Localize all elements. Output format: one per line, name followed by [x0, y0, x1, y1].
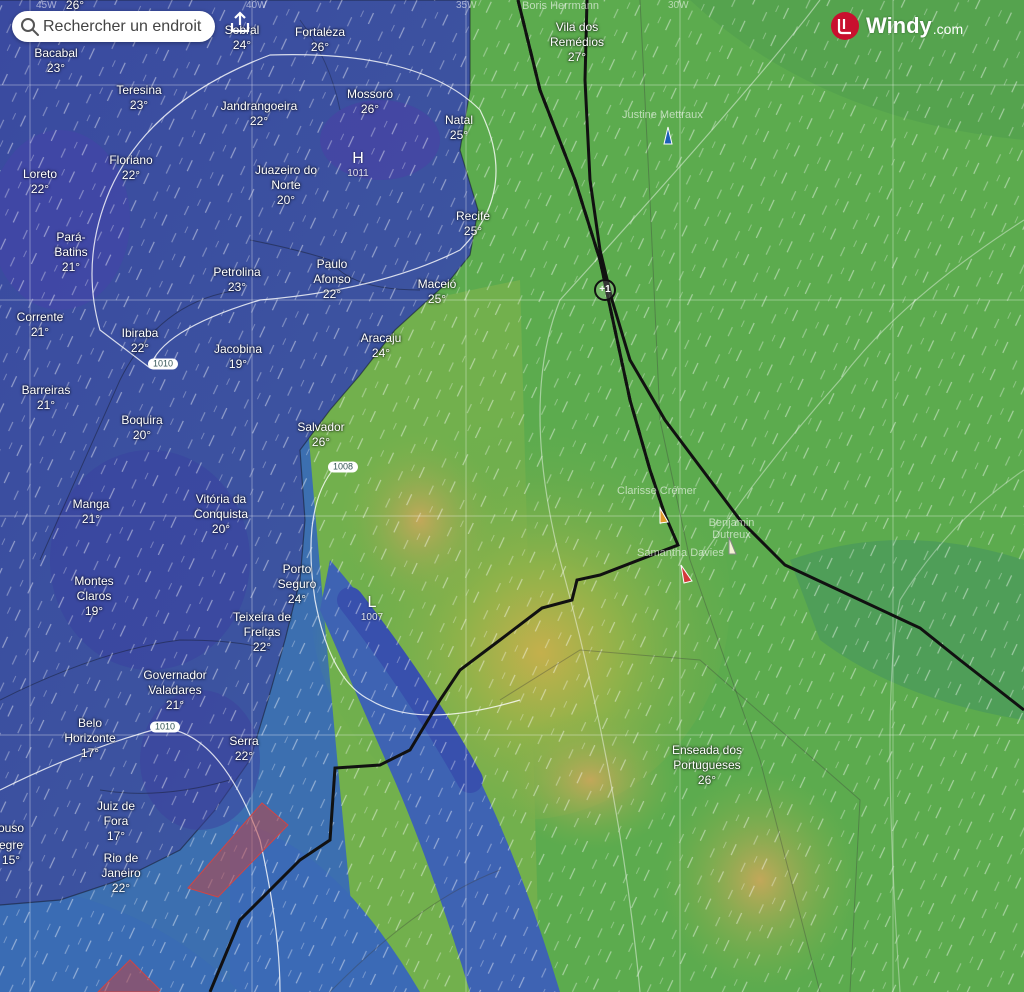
city-label[interactable]: Montes Claros 19° — [64, 574, 124, 619]
boat-icon[interactable] — [725, 535, 739, 557]
boat-icon[interactable] — [662, 126, 674, 148]
pressure-symbol: H — [352, 150, 364, 167]
city-label[interactable]: Teixeira de Freitas 22° — [227, 610, 297, 655]
pressure-value: 1007 — [360, 612, 384, 623]
search-placeholder: Rechercher un endroit — [43, 17, 202, 35]
city-label[interactable]: Jandrangoeira 22° — [221, 99, 298, 129]
city-label[interactable]: Rio de Janeiro 22° — [96, 851, 146, 896]
city-label[interactable]: Recife 25° — [456, 209, 490, 239]
city-label[interactable]: Loreto 22° — [23, 167, 57, 197]
longitude-label: 35W — [456, 0, 477, 11]
skipper-label[interactable]: Boris Herrmann — [522, 0, 599, 12]
city-label[interactable]: Serra 22° — [229, 734, 258, 764]
skipper-label[interactable]: Samantha Davies — [637, 547, 724, 559]
low-pressure-center: L 1007 — [361, 594, 383, 624]
skipper-label[interactable]: Clarisse Crémer — [617, 485, 696, 497]
share-icon[interactable] — [229, 11, 251, 33]
map-background — [0, 0, 1024, 992]
search-box[interactable]: Rechercher un endroit — [12, 11, 215, 42]
isobar-label: 1010 — [147, 358, 179, 370]
skipper-label[interactable]: Justine Mettraux — [622, 109, 703, 121]
city-label[interactable]: Natal 25° — [445, 113, 473, 143]
city-label[interactable]: Salvador 26° — [297, 420, 344, 450]
city-label[interactable]: Petrolina 23° — [213, 265, 260, 295]
city-label[interactable]: Juazeiro do Norte 20° — [246, 163, 326, 208]
brand-domain: .com — [932, 21, 964, 37]
city-label[interactable]: Corrente 21° — [17, 310, 64, 340]
city-label[interactable]: Vitória da Conquista 20° — [186, 492, 256, 537]
longitude-label: 45W — [36, 0, 57, 11]
windy-logo-icon — [831, 12, 859, 40]
track-marker[interactable]: +1 — [594, 279, 616, 301]
city-label[interactable]: Paulo Afonso 22° — [307, 257, 357, 302]
search-icon — [21, 17, 39, 36]
city-label[interactable]: egre 15° — [0, 838, 23, 868]
city-label[interactable]: Juiz de Fora 17° — [91, 799, 141, 844]
city-label[interactable]: Ibiraba 22° — [122, 326, 159, 356]
city-label[interactable]: Belo Horizonte 17° — [55, 716, 125, 761]
boat-icon[interactable] — [656, 506, 670, 526]
city-label[interactable]: ouso — [0, 821, 24, 836]
city-label[interactable]: Floriano 22° — [109, 153, 152, 183]
city-label[interactable]: Manga 21° — [73, 497, 110, 527]
city-label[interactable]: Bacabal 23° — [34, 46, 77, 76]
longitude-label: 30W — [668, 0, 689, 11]
city-label[interactable]: Mossoró 26° — [347, 87, 393, 117]
city-label[interactable]: Jacobina 19° — [214, 342, 262, 372]
windy-logo[interactable]: Windy .com — [830, 11, 963, 41]
city-label[interactable]: Pará- Batins 21° — [46, 230, 96, 275]
city-label[interactable]: Vila dos Remédios 27° — [542, 20, 612, 65]
pressure-value: 1011 — [347, 168, 369, 179]
city-label[interactable]: Aracaju 24° — [361, 331, 402, 361]
city-label[interactable]: Boquira 20° — [121, 413, 162, 443]
longitude-label: 40W — [246, 0, 267, 11]
isobar-label: 1008 — [327, 461, 359, 473]
isobar-label: 1010 — [149, 721, 181, 733]
high-pressure-center: H 1011 — [347, 150, 369, 180]
city-label[interactable]: Porto Seguro 24° — [272, 562, 322, 607]
brand-name: Windy — [866, 13, 932, 38]
city-label[interactable]: Enseada dos Portugueses 26° — [662, 743, 752, 788]
weather-map[interactable]: 45W 40W 35W 30W 1010 1008 1010 H 1011 L … — [0, 0, 1024, 992]
city-label[interactable]: Fortaleza 26° — [295, 25, 345, 55]
city-label[interactable]: Maceió 25° — [418, 277, 457, 307]
boat-icon[interactable] — [678, 563, 694, 585]
city-label[interactable]: Teresina 23° — [116, 83, 161, 113]
city-label[interactable]: Governador Valadares 21° — [135, 668, 215, 713]
city-label[interactable]: Barreiras 21° — [22, 383, 71, 413]
pressure-symbol: L — [367, 594, 377, 611]
